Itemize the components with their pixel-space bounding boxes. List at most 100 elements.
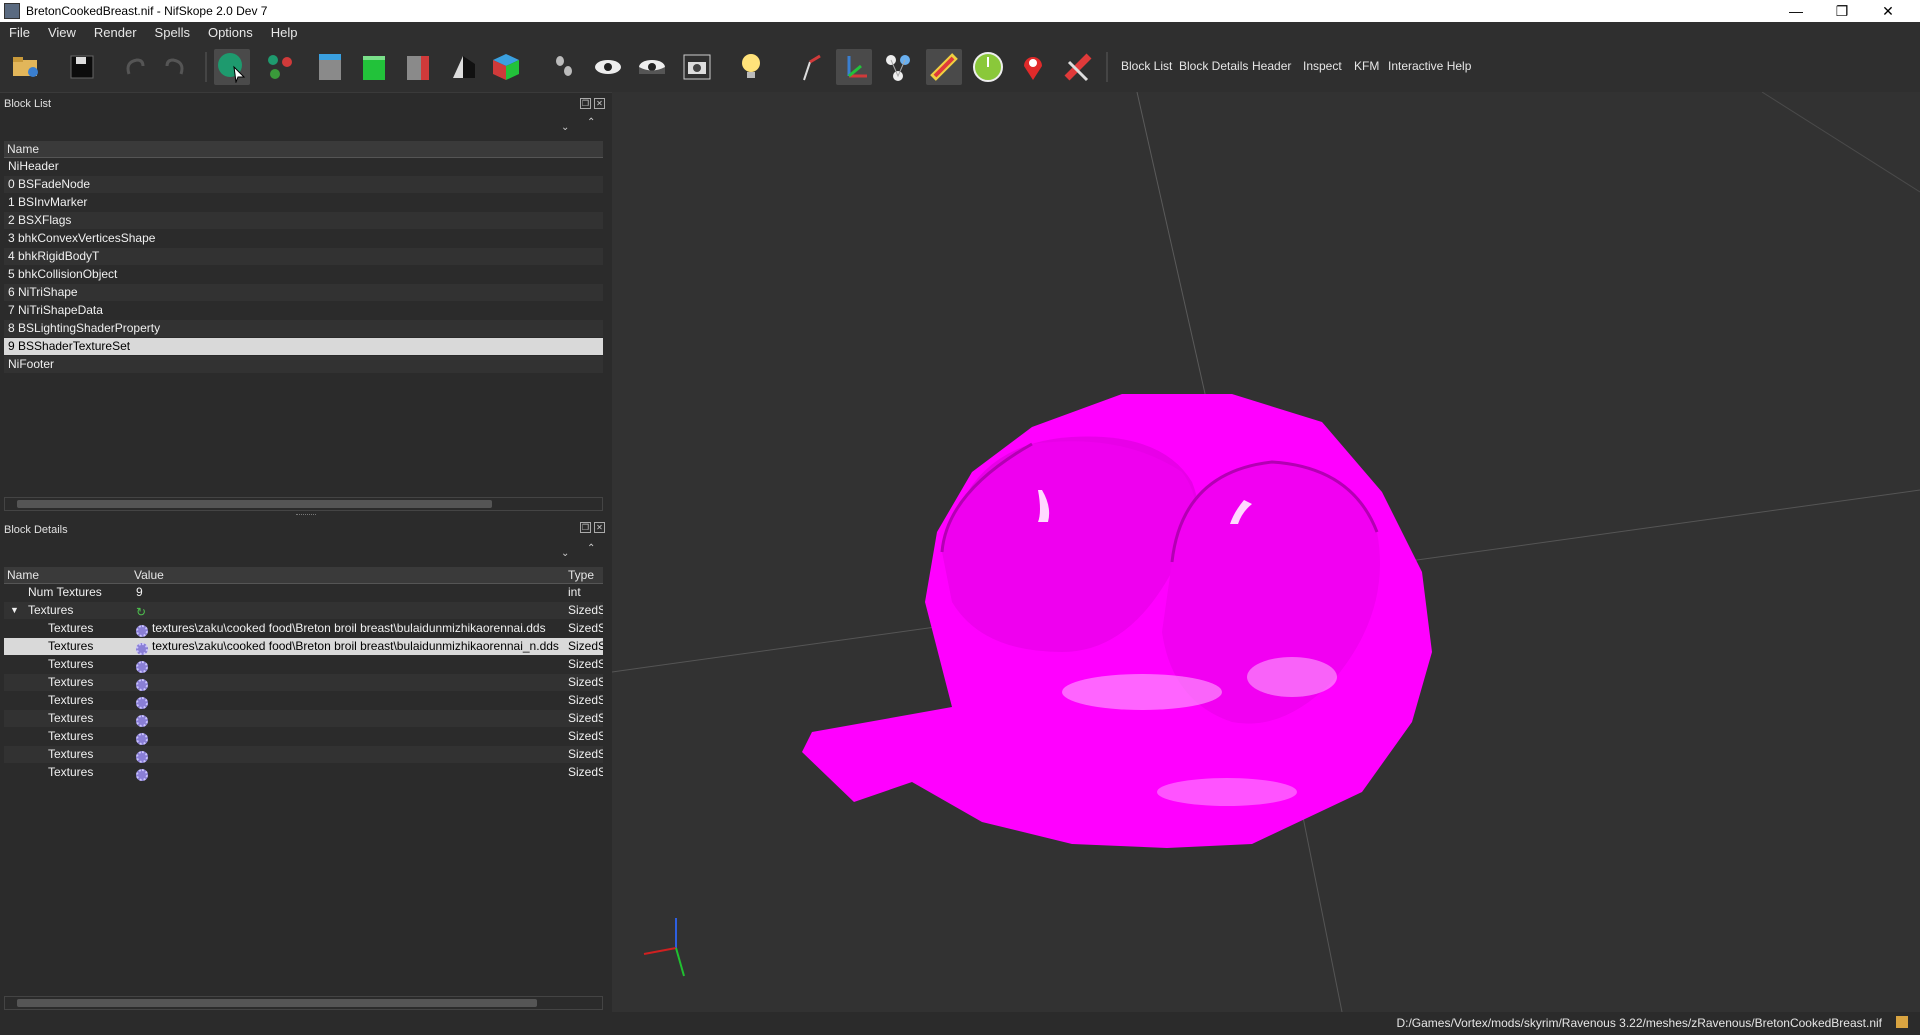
float-pane-icon[interactable]: ❐ (580, 98, 591, 109)
detail-row[interactable]: ▼ Textures ↻ SizedSt (4, 602, 603, 619)
texture-file-icon[interactable] (136, 694, 148, 711)
toggle-inspect-button[interactable]: Inspect (1303, 59, 1342, 73)
detail-row[interactable]: Textures SizedSt (4, 674, 603, 691)
detail-row[interactable]: Textures SizedSt (4, 728, 603, 745)
select-object-button[interactable] (214, 49, 250, 85)
refresh-array-icon[interactable]: ↻ (136, 604, 146, 621)
panel-splitter[interactable] (296, 514, 316, 517)
map-pin-icon (1024, 57, 1042, 80)
block-list-item[interactable]: 6 NiTriShape (4, 284, 603, 301)
detail-row[interactable]: Num Textures 9 int (4, 584, 603, 601)
restore-button[interactable]: ❐ (1819, 0, 1865, 22)
xyz-axes-icon (847, 56, 867, 78)
collapse-all-icon[interactable]: ⌄ (561, 122, 569, 133)
menu-spells[interactable]: Spells (146, 25, 199, 40)
detail-name: Textures (48, 657, 94, 671)
show-hidden-button[interactable] (590, 49, 626, 85)
select-vertex-button[interactable] (262, 49, 298, 85)
detail-value[interactable]: textures\zaku\cooked food\Breton broil b… (152, 620, 546, 637)
detail-type: SizedSt (568, 657, 603, 671)
block-name: 3 bhkConvexVerticesShape (8, 231, 156, 245)
detail-row[interactable]: Textures SizedSt (4, 710, 603, 727)
view-top-button[interactable] (312, 49, 348, 85)
texture-file-icon[interactable] (136, 640, 148, 657)
view-perspective-button[interactable] (446, 49, 482, 85)
hide-collision-button[interactable] (1060, 49, 1096, 85)
save-button[interactable] (64, 49, 100, 85)
show-nodes-button[interactable] (880, 49, 916, 85)
show-collision-button[interactable] (926, 49, 962, 85)
close-pane-icon[interactable]: ✕ (594, 98, 605, 109)
toggle-interactive-help-button[interactable]: Interactive Help (1388, 59, 1471, 73)
menu-file[interactable]: File (0, 25, 39, 40)
screenshot-button[interactable] (679, 49, 715, 85)
detail-row[interactable]: Textures SizedSt (4, 692, 603, 709)
block-list-item[interactable]: NiHeader (4, 158, 603, 175)
texture-file-icon[interactable] (136, 766, 148, 783)
texture-file-icon[interactable] (136, 622, 148, 639)
expand-all-icon[interactable]: ⌃ (587, 117, 595, 128)
texture-file-icon[interactable] (136, 730, 148, 747)
texture-file-icon[interactable] (136, 658, 148, 675)
block-list-item[interactable]: 7 NiTriShapeData (4, 302, 603, 319)
menu-render[interactable]: Render (85, 25, 146, 40)
close-pane-icon[interactable]: ✕ (594, 522, 605, 533)
block-list-hscrollbar[interactable] (4, 497, 603, 511)
expand-arrow-icon[interactable]: ▼ (10, 602, 19, 619)
block-list-item[interactable]: 3 bhkConvexVerticesShape (4, 230, 603, 247)
minimize-button[interactable]: — (1773, 0, 1819, 22)
show-grid-axes-button[interactable] (836, 49, 872, 85)
block-list-item[interactable]: NiFooter (4, 356, 603, 373)
menu-options[interactable]: Options (199, 25, 262, 40)
detail-value[interactable]: 9 (136, 584, 143, 601)
block-list-item[interactable]: 5 bhkCollisionObject (4, 266, 603, 283)
scene-render[interactable] (612, 92, 1920, 1012)
hide-button[interactable] (634, 49, 670, 85)
block-details-hscrollbar[interactable] (4, 996, 603, 1010)
render-viewport[interactable] (612, 92, 1920, 1012)
toggle-block-details-button[interactable]: Block Details (1179, 59, 1248, 73)
block-list-item[interactable]: 1 BSInvMarker (4, 194, 603, 211)
block-list-item[interactable]: 0 BSFadeNode (4, 176, 603, 193)
float-pane-icon[interactable]: ❐ (580, 522, 591, 533)
detail-row[interactable]: Textures SizedSt (4, 764, 603, 781)
view-side-button[interactable] (400, 49, 436, 85)
texture-file-icon[interactable] (136, 748, 148, 765)
toggle-block-list-button[interactable]: Block List (1121, 59, 1172, 73)
menu-view[interactable]: View (39, 25, 85, 40)
block-list-item[interactable]: 8 BSLightingShaderProperty (4, 320, 603, 337)
scroll-thumb[interactable] (17, 500, 492, 508)
view-front-button[interactable] (356, 49, 392, 85)
view-user-button[interactable] (488, 49, 524, 85)
perspective-icon (453, 56, 475, 78)
expand-all-icon[interactable]: ⌃ (587, 543, 595, 554)
walk-mode-button[interactable] (546, 49, 582, 85)
scroll-thumb[interactable] (17, 999, 537, 1007)
redo-button[interactable] (158, 49, 194, 85)
block-list-item[interactable]: 9 BSShaderTextureSet (4, 338, 603, 355)
detail-row[interactable]: Textures SizedSt (4, 656, 603, 673)
show-markers-button[interactable] (1015, 49, 1051, 85)
lighting-button[interactable] (734, 49, 770, 85)
detail-row[interactable]: Textures textures\zaku\cooked food\Breton… (4, 620, 603, 637)
grid-axis-line (1136, 92, 1209, 408)
collapse-all-icon[interactable]: ⌄ (561, 548, 569, 559)
texture-file-icon[interactable] (136, 676, 148, 693)
block-list-item[interactable]: 4 bhkRigidBodyT (4, 248, 603, 265)
block-list-item[interactable]: 2 BSXFlags (4, 212, 603, 229)
detail-row[interactable]: Textures textures\zaku\cooked food\Breton… (4, 638, 603, 655)
detail-row[interactable]: Textures SizedSt (4, 746, 603, 763)
texture-file-icon[interactable] (136, 712, 148, 729)
file-status-icon (1896, 1016, 1908, 1028)
detail-value[interactable]: textures\zaku\cooked food\Breton broil b… (152, 638, 559, 655)
close-button[interactable]: ✕ (1865, 0, 1911, 22)
show-constraints-button[interactable] (970, 49, 1006, 85)
undo-button[interactable] (116, 49, 152, 85)
open-file-button[interactable] (8, 49, 44, 85)
grid-axis-line (1301, 811, 1343, 1012)
detail-type: int (568, 585, 581, 599)
show-axes-button[interactable] (794, 49, 830, 85)
menu-help[interactable]: Help (262, 25, 307, 40)
toggle-header-button[interactable]: Header (1252, 59, 1291, 73)
toggle-kfm-button[interactable]: KFM (1354, 59, 1379, 73)
